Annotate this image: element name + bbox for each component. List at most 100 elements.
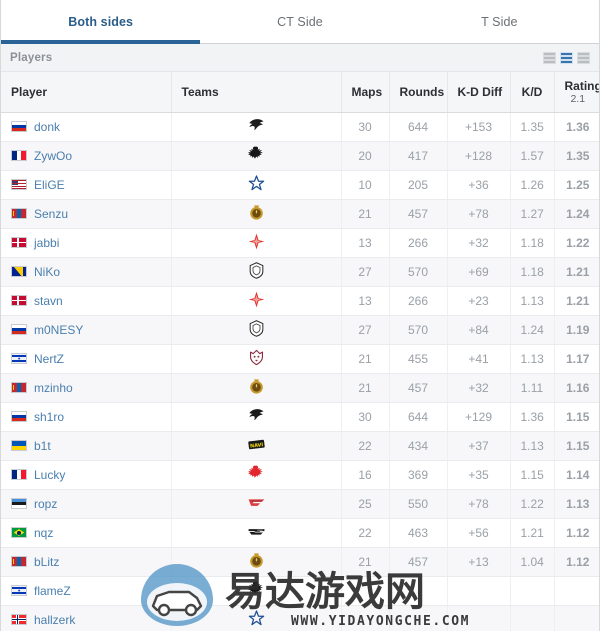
kd-cell: 1.18 xyxy=(510,257,555,287)
table-row[interactable]: EliGE 10 205 +36 1.26 1.25 xyxy=(1,170,599,200)
team-logo-faze[interactable] xyxy=(247,493,266,512)
team-logo-complexity[interactable] xyxy=(247,609,266,628)
table-row[interactable]: ropz 25 550 +78 1.22 1.13 xyxy=(1,489,599,519)
team-logo-complexity[interactable] xyxy=(247,174,266,193)
player-cell: NertZ xyxy=(1,344,172,374)
column-header-kd[interactable]: K/D xyxy=(510,72,555,113)
team-logo-vitality[interactable] xyxy=(247,145,266,164)
maps-cell: 22 xyxy=(341,518,390,548)
rounds-cell xyxy=(389,605,448,631)
player-cell: jabbi xyxy=(1,228,172,258)
rating-cell xyxy=(554,576,599,606)
player-name-link[interactable]: NertZ xyxy=(34,352,64,366)
player-name-link[interactable]: ZywOo xyxy=(34,149,72,163)
team-logo-g2[interactable] xyxy=(247,319,266,338)
player-name-link[interactable]: ropz xyxy=(34,497,57,511)
flag-icon-ee xyxy=(11,498,27,509)
table-row[interactable]: Lucky 16 369 +35 1.15 1.14 xyxy=(1,460,599,490)
table-row[interactable]: flameZ xyxy=(1,576,599,606)
team-logo-astralis[interactable] xyxy=(247,290,266,309)
team-cell xyxy=(171,402,342,432)
team-logo-mongolz[interactable] xyxy=(247,377,266,396)
player-name-link[interactable]: donk xyxy=(34,120,60,134)
player-name-link[interactable]: stavn xyxy=(34,294,63,308)
player-name-link[interactable]: hallzerk xyxy=(34,613,75,627)
table-row[interactable]: m0NESY 27 570 +84 1.24 1.19 xyxy=(1,315,599,345)
kd-cell: 1.04 xyxy=(510,547,555,577)
table-row[interactable]: hallzerk xyxy=(1,605,599,631)
kd-cell: 1.26 xyxy=(510,170,555,200)
flag-icon-fr xyxy=(11,150,27,161)
player-name-link[interactable]: Senzu xyxy=(34,207,68,221)
team-logo-heroic[interactable] xyxy=(247,348,266,367)
team-logo-furia[interactable] xyxy=(247,522,266,541)
list-view-icon[interactable] xyxy=(577,51,590,64)
kd-cell: 1.22 xyxy=(510,489,555,519)
player-name-link[interactable]: nqz xyxy=(34,526,53,540)
table-row[interactable]: bLitz 21 457 +13 1.04 1.12 xyxy=(1,547,599,577)
table-body: donk 30 644 +153 1.35 1.36 ZywOo 20 417 +128 1.57 1… xyxy=(1,112,599,631)
maps-cell: 21 xyxy=(341,199,390,229)
kd-diff-cell: +128 xyxy=(447,141,511,171)
rounds-cell: 455 xyxy=(389,344,448,374)
kd-diff-cell: +153 xyxy=(447,112,511,142)
team-logo-spirit[interactable] xyxy=(247,406,266,425)
team-logo-astralis[interactable] xyxy=(247,232,266,251)
team-cell xyxy=(171,112,342,142)
player-name-link[interactable]: sh1ro xyxy=(34,410,64,424)
player-name-link[interactable]: mzinho xyxy=(34,381,73,395)
team-cell xyxy=(171,141,342,171)
team-cell xyxy=(171,315,342,345)
team-cell xyxy=(171,518,342,548)
table-row[interactable]: nqz 22 463 +56 1.21 1.12 xyxy=(1,518,599,548)
team-logo-vitality-r[interactable] xyxy=(247,464,266,483)
table-row[interactable]: NiKo 27 570 +69 1.18 1.21 xyxy=(1,257,599,287)
rounds-cell: 570 xyxy=(389,257,448,287)
table-row[interactable]: ZywOo 20 417 +128 1.57 1.35 xyxy=(1,141,599,171)
player-name-link[interactable]: b1t xyxy=(34,439,51,453)
player-name-link[interactable]: NiKo xyxy=(34,265,60,279)
player-name-link[interactable]: bLitz xyxy=(34,555,59,569)
table-row[interactable]: donk 30 644 +153 1.35 1.36 xyxy=(1,112,599,142)
player-name-link[interactable]: flameZ xyxy=(34,584,71,598)
kd-diff-cell xyxy=(447,605,511,631)
rating-cell: 1.25 xyxy=(554,170,599,200)
column-header-rounds[interactable]: Rounds xyxy=(389,72,448,113)
table-row[interactable]: stavn 13 266 +23 1.13 1.21 xyxy=(1,286,599,316)
tab-ct-side[interactable]: CT Side xyxy=(200,0,399,43)
table-row[interactable]: sh1ro 30 644 +129 1.36 1.15 xyxy=(1,402,599,432)
flag-icon-br xyxy=(11,527,27,538)
player-name-link[interactable]: EliGE xyxy=(34,178,65,192)
table-row[interactable]: mzinho 21 457 +32 1.11 1.16 xyxy=(1,373,599,403)
flag-icon-ua xyxy=(11,440,27,451)
tab-both-sides[interactable]: Both sides xyxy=(1,0,201,44)
table-row[interactable]: Senzu 21 457 +78 1.27 1.24 xyxy=(1,199,599,229)
team-logo-navi[interactable]: NAVI xyxy=(247,435,266,454)
table-row[interactable]: NertZ 21 455 +41 1.13 1.17 xyxy=(1,344,599,374)
team-logo-g2[interactable] xyxy=(247,261,266,280)
team-logo-mongolz[interactable] xyxy=(247,551,266,570)
column-header-teams[interactable]: Teams xyxy=(171,72,342,113)
rounds-cell: 457 xyxy=(389,547,448,577)
player-cell: donk xyxy=(1,112,172,142)
column-header-rating[interactable]: Rating 2.1 xyxy=(554,72,599,113)
compact-view-icon[interactable] xyxy=(543,51,556,64)
table-row[interactable]: jabbi 13 266 +32 1.18 1.22 xyxy=(1,228,599,258)
team-cell xyxy=(171,228,342,258)
detailed-view-icon[interactable] xyxy=(560,51,573,64)
column-header-player[interactable]: Player xyxy=(1,72,172,113)
team-logo-spirit[interactable] xyxy=(247,116,266,135)
flag-icon-no xyxy=(11,614,27,625)
player-name-link[interactable]: Lucky xyxy=(34,468,65,482)
rounds-cell: 266 xyxy=(389,286,448,316)
column-header-maps[interactable]: Maps xyxy=(341,72,390,113)
player-name-link[interactable]: m0NESY xyxy=(34,323,83,337)
player-name-link[interactable]: jabbi xyxy=(34,236,59,250)
team-logo-mongolz[interactable] xyxy=(247,203,266,222)
team-logo-vitality[interactable] xyxy=(247,580,266,599)
flag-icon-ru xyxy=(11,411,27,422)
table-row[interactable]: b1t NAVI 22 434 +37 1.13 1.15 xyxy=(1,431,599,461)
rating-cell: 1.21 xyxy=(554,257,599,287)
tab-t-side[interactable]: T Side xyxy=(400,0,599,43)
column-header-kd-diff[interactable]: K-D Diff xyxy=(447,72,511,113)
